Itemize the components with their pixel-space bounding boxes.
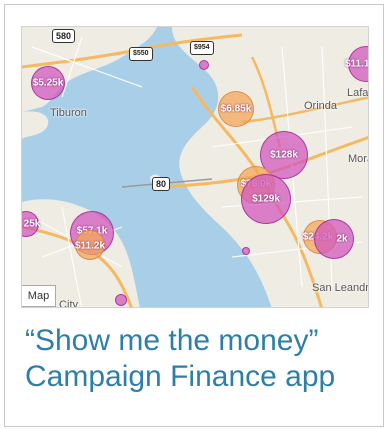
map-type-toggle[interactable]: Map [22, 285, 56, 307]
bubble-label: $11.1k [344, 58, 369, 70]
bubble-label: $11.2k [74, 240, 106, 252]
bubble-label: 2k [336, 233, 348, 245]
bubble-label: 25k [23, 218, 41, 230]
map-base [22, 27, 368, 307]
bubble-label: $128k [270, 149, 298, 161]
route-580-shield: 580 [52, 29, 76, 43]
bubble-label: $6.85k [220, 103, 252, 115]
place-label-san-leandro: San Leandro [312, 282, 369, 294]
map-thumbnail[interactable]: Tiburon Orinda Lafay Morag San Leandro D… [21, 26, 369, 308]
place-label-lafay: Lafay [347, 87, 369, 99]
bubble-label: $129k [252, 193, 280, 205]
bubble-marker[interactable] [115, 294, 127, 306]
route-550-shield: $550 [129, 47, 153, 61]
route-80-shield: 80 [152, 177, 171, 191]
bubble-label: $5.25k [32, 77, 64, 89]
bubble-marker[interactable] [314, 219, 354, 259]
app-title-line1: “Show me the money” [25, 324, 319, 357]
place-label-morag: Morag [348, 153, 368, 165]
route-954-shield: $954 [190, 41, 214, 55]
place-label-orinda: Orinda [304, 100, 338, 112]
place-label-tiburon: Tiburon [50, 107, 87, 119]
app-card[interactable]: Tiburon Orinda Lafay Morag San Leandro D… [4, 4, 384, 427]
bubble-marker[interactable] [199, 60, 209, 70]
bubble-marker[interactable] [242, 247, 250, 255]
app-title-line2: Campaign Finance app [25, 360, 336, 393]
app-title[interactable]: “Show me the money” Campaign Finance app [25, 323, 375, 395]
